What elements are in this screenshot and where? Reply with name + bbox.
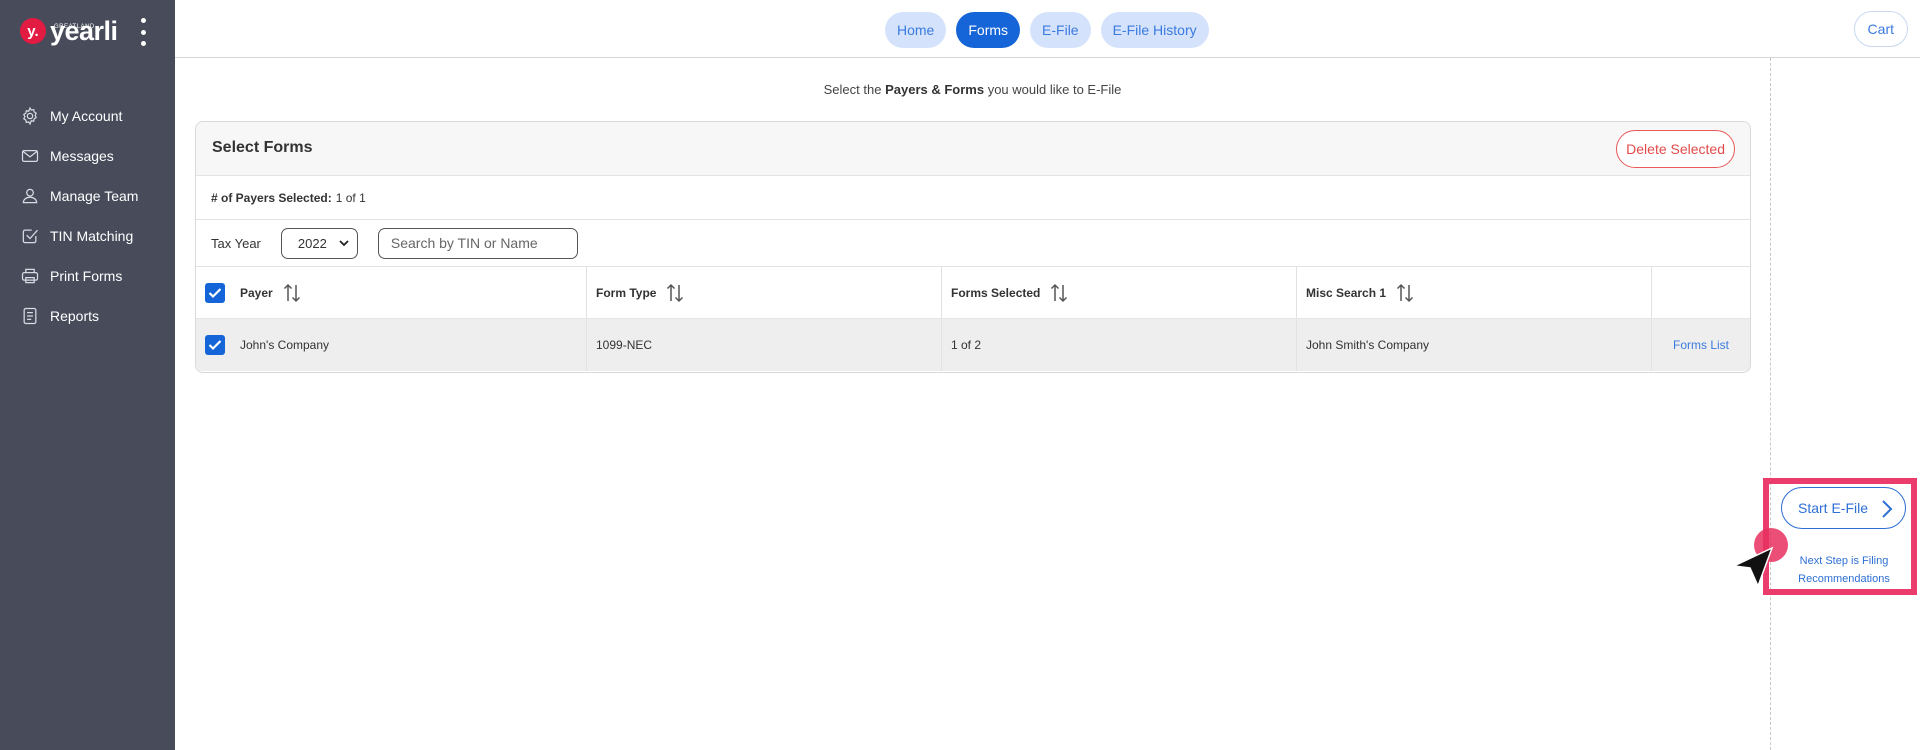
tab-forms[interactable]: Forms [956,12,1021,48]
tax-year-select[interactable]: 2022 [280,227,358,259]
gear-icon [23,106,37,126]
content-divider [1770,58,1771,750]
table-row[interactable]: John's Company 1099-NEC 1 of 2 John Smit… [196,319,1750,371]
form-type-value: 1099-NEC [596,338,653,352]
sidebar-item-label: TIN Matching [50,228,134,244]
more-options-icon[interactable] [138,18,148,46]
sidebar-item-label: My Account [50,108,123,124]
misc-search-value: John Smith's Company [1306,338,1430,352]
printer-icon [21,268,39,284]
sidebar-item-label: Reports [50,308,100,324]
cell-forms-selected: 1 of 2 [942,319,1297,371]
filter-row: Tax Year 2022 [196,220,1750,267]
yearli-logo[interactable]: y. GREATLAND yearli [20,16,118,46]
sidebar-item-label: Messages [50,148,114,164]
forms-selected-value: 1 of 2 [951,338,982,352]
column-label: Form Type [596,285,657,300]
instructions-pre: Select the [823,82,882,97]
column-payer[interactable]: Payer [196,267,587,318]
main-tabs: Home Forms E-File E-File History [885,12,1209,48]
cell-payer: John's Company [196,319,587,371]
sidebar-item-my-account[interactable]: My Account [0,96,175,136]
delete-selected-button[interactable]: Delete Selected [1616,130,1735,168]
page-instructions: Select the Payers & Forms you would like… [175,82,1770,97]
sidebar-item-label: Manage Team [50,188,139,204]
column-label: Misc Search 1 [1306,285,1387,300]
tab-e-file-history[interactable]: E-File History [1100,12,1209,48]
logo-wordmark: GREATLAND yearli [50,16,118,46]
cell-misc-search-1: John Smith's Company [1297,319,1652,371]
checkmark-icon [208,340,222,351]
cell-actions: Forms List [1652,319,1750,371]
instructions-bold: Payers & Forms [885,82,985,97]
tab-e-file[interactable]: E-File [1030,12,1091,48]
mouse-cursor-icon [1731,528,1788,588]
envelope-icon [21,149,39,163]
select-all-checkbox[interactable] [205,282,225,303]
logo-small-text: GREATLAND [54,24,95,30]
column-misc-search-1[interactable]: Misc Search 1 [1297,267,1652,318]
sort-icon[interactable] [666,283,684,303]
start-e-file-button[interactable]: Start E-File [1781,487,1906,529]
chevron-down-icon [339,240,349,247]
logo-badge: y. [20,18,46,44]
next-step-note: Next Step is Filing Recommendations [1781,552,1907,588]
row-checkbox[interactable] [205,335,225,355]
panel-title: Select Forms [212,139,313,156]
next-step-line-2: Recommendations [1798,573,1890,585]
forms-table: Payer Form Type Forms Selected Misc Sear… [196,267,1750,371]
payers-selected-row: # of Payers Selected: 1 of 1 [196,176,1750,220]
check-square-icon [22,229,38,244]
cart-button[interactable]: Cart [1853,11,1908,47]
select-forms-panel: Select Forms Delete Selected # of Payers… [195,121,1751,373]
checkmark-icon [208,287,222,298]
sidebar: y. GREATLAND yearli My Account Messages [0,0,175,750]
column-forms-selected[interactable]: Forms Selected [942,267,1297,318]
payer-name: John's Company [240,338,330,352]
next-step-line-1: Next Step is Filing [1799,555,1889,567]
sidebar-item-messages[interactable]: Messages [0,136,175,176]
forms-list-link[interactable]: Forms List [1673,338,1729,352]
tax-year-label: Tax Year [211,235,261,251]
sort-icon[interactable] [1396,283,1414,303]
panel-header: Select Forms Delete Selected [196,122,1750,176]
sidebar-item-print-forms[interactable]: Print Forms [0,256,175,296]
column-form-type[interactable]: Form Type [587,267,942,318]
sidebar-item-tin-matching[interactable]: TIN Matching [0,216,175,256]
sort-icon[interactable] [1050,283,1068,303]
cell-form-type: 1099-NEC [587,319,942,371]
sidebar-item-label: Print Forms [50,268,123,284]
table-header-row: Payer Form Type Forms Selected Misc Sear… [196,267,1750,319]
tax-year-value: 2022 [297,235,327,251]
chevron-right-icon [1882,500,1893,518]
column-label: Payer [240,285,273,300]
payers-selected-value: 1 of 1 [335,190,366,205]
sidebar-item-reports[interactable]: Reports [0,296,175,336]
sort-icon[interactable] [283,283,301,303]
top-header: Home Forms E-File E-File History Cart [175,0,1920,58]
sidebar-nav: My Account Messages Manage Team TIN Matc… [0,96,175,336]
column-actions [1652,267,1750,318]
sidebar-item-manage-team[interactable]: Manage Team [0,176,175,216]
document-icon [23,307,37,325]
tab-home[interactable]: Home [885,12,947,48]
payers-selected-label: # of Payers Selected: [211,190,332,205]
instructions-post: you would like to E-File [987,82,1122,97]
start-e-file-label: Start E-File [1798,500,1869,516]
column-label: Forms Selected [951,285,1041,300]
user-icon [22,188,38,204]
search-input[interactable] [377,227,578,259]
